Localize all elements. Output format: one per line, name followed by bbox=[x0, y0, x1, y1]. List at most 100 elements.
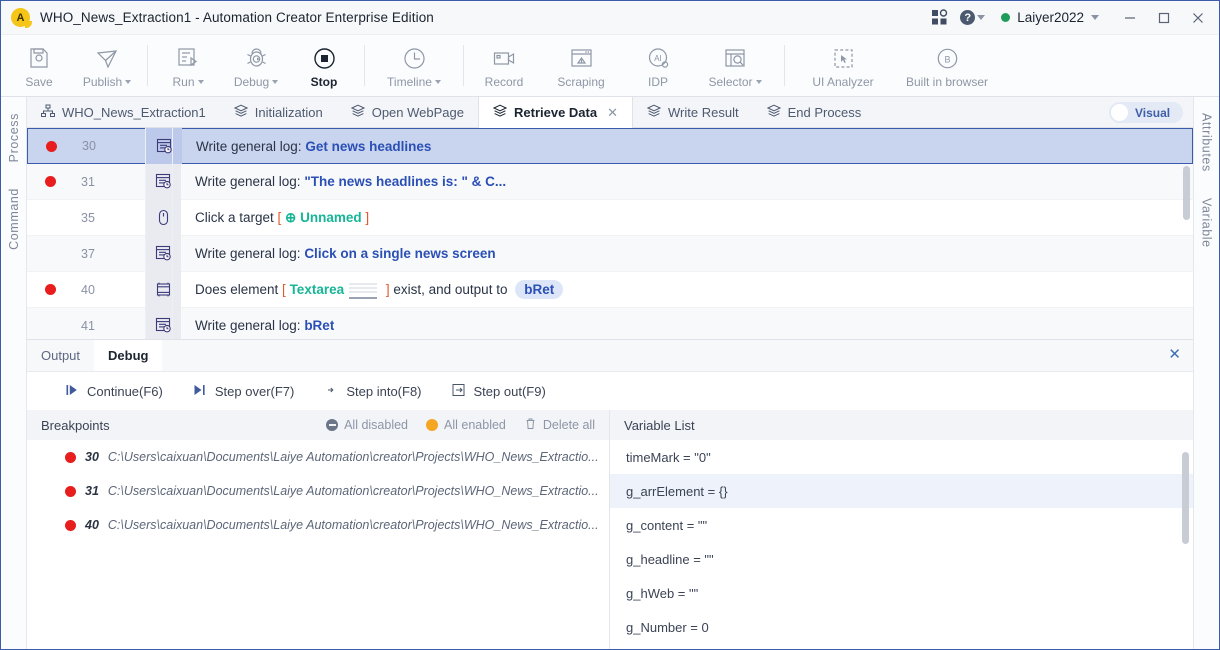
layers-icon bbox=[766, 104, 781, 121]
process-tab-who_news_extraction1[interactable]: WHO_News_Extraction1 bbox=[27, 97, 220, 127]
step-row[interactable]: 37 Write general log: Click on a single n… bbox=[27, 235, 1193, 272]
delete-all-button[interactable]: Delete all bbox=[524, 417, 595, 433]
toolbar-selector-button[interactable]: Selector bbox=[692, 35, 778, 96]
process-tab-retrieve-data[interactable]: Retrieve Data ✕ bbox=[478, 97, 634, 128]
toolbar-item-label: Timeline bbox=[387, 75, 441, 89]
debug-lists: Breakpoints All disabled All enabled Del… bbox=[27, 410, 1193, 649]
step-out-f9-button[interactable]: Step out(F9) bbox=[440, 379, 558, 404]
breakpoint-toggle[interactable] bbox=[27, 176, 73, 187]
toolbar-debug-button[interactable]: Debug bbox=[222, 35, 290, 96]
toolbar-ui-analyzer-button[interactable]: UI Analyzer bbox=[791, 35, 895, 96]
breakpoint-dot-icon[interactable] bbox=[65, 451, 76, 463]
variable-row[interactable]: g_content = "" bbox=[610, 508, 1193, 542]
breakpoint-row[interactable]: 30 C:\Users\caixuan\Documents\Laiye Autom… bbox=[27, 440, 609, 474]
toolbar-built-in-browser-button[interactable]: B Built in browser bbox=[895, 35, 999, 96]
toolbar-item-label: Record bbox=[485, 75, 524, 89]
step-row[interactable]: 30 Write general log: Get news headlines bbox=[27, 128, 1193, 164]
process-tab-end-process[interactable]: End Process bbox=[753, 97, 876, 127]
process-tab-open-webpage[interactable]: Open WebPage bbox=[337, 97, 478, 127]
process-tab-write-result[interactable]: Write Result bbox=[633, 97, 753, 127]
online-status-dot bbox=[1001, 13, 1011, 22]
step-row[interactable]: 35 Click a target [ ⊕ Unnamed ] bbox=[27, 199, 1193, 236]
close-panel-button[interactable]: ✕ bbox=[1168, 347, 1181, 362]
step-text-plain: Write general log: bbox=[195, 174, 305, 189]
tab-output[interactable]: Output bbox=[27, 340, 94, 371]
breakpoint-toggle[interactable] bbox=[28, 140, 74, 152]
debug-button-label: Step into(F8) bbox=[346, 383, 422, 399]
process-tab-initialization[interactable]: Initialization bbox=[220, 97, 337, 127]
toolbar-stop-button[interactable]: Stop bbox=[290, 35, 358, 96]
step-bracket: ] bbox=[382, 282, 390, 297]
step-text-plain: Click a target bbox=[195, 209, 278, 225]
breakpoint-toggle[interactable] bbox=[27, 284, 73, 295]
all-disabled-button[interactable]: All disabled bbox=[326, 418, 408, 432]
output-tab-strip: Output Debug ✕ bbox=[27, 340, 1193, 372]
step-row[interactable]: 41 Write general log: bRet bbox=[27, 307, 1193, 339]
breakpoint-row[interactable]: 31 C:\Users\caixuan\Documents\Laiye Autom… bbox=[27, 474, 609, 508]
variable-row[interactable]: g_arrElement = {} bbox=[610, 474, 1193, 508]
minimize-button[interactable] bbox=[1113, 2, 1147, 34]
svg-text:B: B bbox=[944, 54, 950, 64]
step-into-f8-button[interactable]: Step into(F8) bbox=[312, 379, 433, 404]
variable-row[interactable]: timeMark = "0" bbox=[610, 440, 1193, 474]
sidebar-item-command[interactable]: Command bbox=[7, 188, 21, 250]
step-row[interactable]: 40 Does element [ Textarea ] exist, and o… bbox=[27, 271, 1193, 308]
delete-all-label: Delete all bbox=[542, 418, 595, 432]
step-row[interactable]: 31 Write general log: "The news headlines… bbox=[27, 163, 1193, 200]
step-bracket: [ bbox=[277, 209, 286, 225]
breakpoint-dot-icon[interactable] bbox=[65, 485, 76, 497]
debug-toolbar: Continue(F6) Step over(F7) Step into(F8) St… bbox=[27, 372, 1193, 410]
user-account-menu[interactable]: Laiyer2022 bbox=[991, 10, 1107, 25]
layers-icon bbox=[646, 104, 662, 121]
variable-row[interactable]: g_hWeb = "" bbox=[610, 576, 1193, 610]
breakpoint-file-path: C:\Users\caixuan\Documents\Laiye Automat… bbox=[107, 518, 599, 532]
variable-list-pane: Variable List timeMark = "0" g_arrElement… bbox=[610, 410, 1193, 649]
breakpoint-dot-icon bbox=[45, 140, 57, 152]
main-body: Process Command WHO_News_Extraction1 Init… bbox=[1, 97, 1219, 649]
visual-toggle-label: Visual bbox=[1135, 105, 1171, 120]
toolbar-record-button[interactable]: Record bbox=[470, 35, 538, 96]
toolbar-label-text: UI Analyzer bbox=[812, 75, 874, 89]
step-text-plain: exist, and output to bbox=[389, 282, 512, 297]
close-tab-icon[interactable]: ✕ bbox=[607, 105, 618, 121]
breakpoint-dot-icon[interactable] bbox=[65, 519, 76, 531]
apps-grid-icon[interactable] bbox=[924, 4, 954, 32]
step-output-variable[interactable]: bRet bbox=[515, 280, 564, 299]
toolbar-scraping-button[interactable]: Scraping bbox=[538, 35, 624, 96]
step-target-name[interactable]: Textarea bbox=[290, 282, 345, 297]
process-tab-label: Retrieve Data bbox=[514, 105, 598, 120]
continue-f6-button[interactable]: Continue(F6) bbox=[53, 379, 175, 404]
save-disk-icon bbox=[27, 45, 51, 71]
help-button[interactable]: ? bbox=[956, 10, 989, 25]
step-target-name[interactable]: ⊕ Unnamed bbox=[285, 210, 362, 225]
toolbar-run-button[interactable]: Run bbox=[154, 35, 222, 96]
sidebar-item-attributes[interactable]: Attributes bbox=[1200, 113, 1214, 172]
maximize-button[interactable] bbox=[1147, 2, 1181, 34]
breakpoint-row[interactable]: 40 C:\Users\caixuan\Documents\Laiye Autom… bbox=[27, 508, 609, 542]
step-text-plain: Does element bbox=[195, 282, 283, 297]
variable-row[interactable]: g_Number = 0 bbox=[610, 610, 1193, 644]
toolbar-timeline-button[interactable]: Timeline bbox=[371, 35, 457, 96]
toolbar-item-label: IDP bbox=[648, 75, 668, 89]
breakpoint-dot-icon bbox=[44, 284, 56, 295]
tab-debug[interactable]: Debug bbox=[94, 340, 163, 371]
step-text-emphasis: "The news headlines is: " & C... bbox=[304, 174, 507, 189]
step-over-f7-button[interactable]: Step over(F7) bbox=[181, 379, 306, 404]
step-list-scrollbar[interactable] bbox=[1183, 166, 1190, 220]
sidebar-item-process[interactable]: Process bbox=[7, 113, 21, 162]
toolbar-publish-button[interactable]: Publish bbox=[73, 35, 141, 96]
sidebar-item-variable[interactable]: Variable bbox=[1200, 198, 1214, 248]
element-thumbnail-icon bbox=[349, 280, 378, 299]
variable-list-scrollbar[interactable] bbox=[1182, 452, 1189, 544]
toolbar-idp-button[interactable]: AI IDP bbox=[624, 35, 692, 96]
variable-text: g_Number = 0 bbox=[626, 619, 709, 635]
visual-mode-toggle[interactable]: Visual bbox=[1109, 102, 1183, 123]
sitemap-icon bbox=[41, 104, 55, 121]
close-button[interactable] bbox=[1181, 2, 1215, 34]
all-enabled-button[interactable]: All enabled bbox=[426, 418, 506, 432]
title-bar: A WHO_News_Extraction1 - Automation Crea… bbox=[1, 1, 1219, 35]
toolbar-save-button[interactable]: Save bbox=[5, 35, 73, 96]
svg-text:AI: AI bbox=[654, 54, 662, 63]
variable-row[interactable]: g_headline = "" bbox=[610, 542, 1193, 576]
idp-ai-icon: AI bbox=[646, 45, 671, 71]
